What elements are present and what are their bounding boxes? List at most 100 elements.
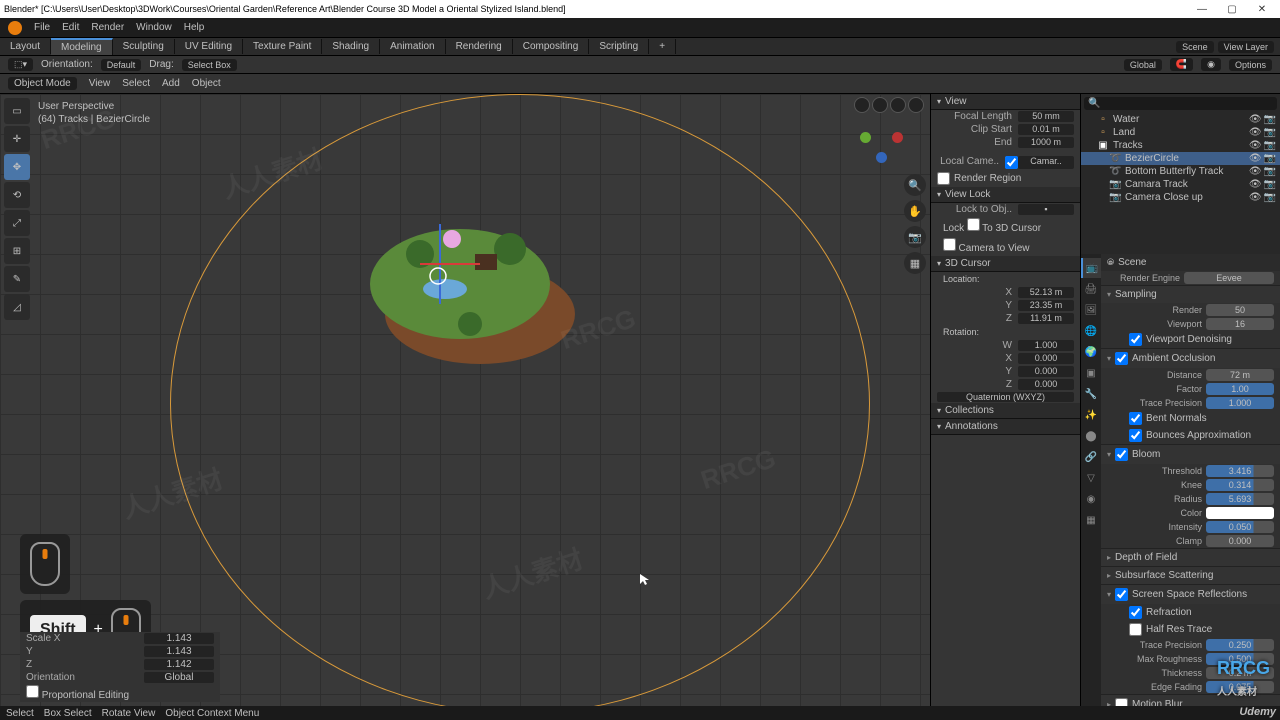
viewlayer-dropdown[interactable]: View Layer: [1218, 41, 1274, 53]
tool-select-box[interactable]: ▭: [4, 98, 30, 124]
pan-icon[interactable]: ✋: [904, 200, 926, 222]
halfres-checkbox[interactable]: [1129, 623, 1142, 636]
tab-world-icon[interactable]: 🌍: [1081, 342, 1101, 362]
outliner-row[interactable]: ▣Tracks👁📷: [1081, 139, 1280, 152]
ao-distance-input[interactable]: 72 m: [1206, 369, 1274, 381]
tab-modifier-icon[interactable]: 🔧: [1081, 384, 1101, 404]
options-dropdown[interactable]: Options: [1229, 59, 1272, 71]
menu-edit[interactable]: Edit: [62, 22, 79, 33]
tool-cursor[interactable]: ✛: [4, 126, 30, 152]
ao-factor-input[interactable]: 1.00: [1206, 383, 1274, 395]
select-tool-dropdown[interactable]: ⬚▾: [8, 58, 33, 71]
tab-render-icon[interactable]: 📺: [1081, 258, 1101, 278]
render-visibility-icon[interactable]: 📷: [1264, 192, 1276, 203]
tab-scripting[interactable]: Scripting: [589, 39, 649, 54]
tab-scene-icon[interactable]: 🌐: [1081, 321, 1101, 341]
orientation-dropdown[interactable]: Default: [101, 59, 142, 71]
tab-output-icon[interactable]: 🖨: [1081, 279, 1101, 299]
render-visibility-icon[interactable]: 📷: [1264, 114, 1276, 125]
menu-add[interactable]: Add: [162, 78, 180, 89]
tab-viewlayer-icon[interactable]: 🖼: [1081, 300, 1101, 320]
tab-animation[interactable]: Animation: [380, 39, 445, 54]
eye-icon[interactable]: 👁: [1249, 114, 1262, 125]
tab-texture-icon[interactable]: ▦: [1081, 510, 1101, 530]
orbit-gizmo[interactable]: [856, 112, 910, 166]
refraction-checkbox[interactable]: [1129, 606, 1142, 619]
transform-orient-dropdown[interactable]: Global: [1124, 59, 1162, 71]
zoom-icon[interactable]: 🔍: [904, 174, 926, 196]
local-camera-field[interactable]: Camar..: [1018, 156, 1074, 169]
outliner-search-input[interactable]: [1104, 98, 1273, 109]
menu-help[interactable]: Help: [184, 22, 205, 33]
proportional-toggle[interactable]: ◉: [1201, 58, 1221, 71]
outliner-row[interactable]: 📷Camara Track👁📷: [1081, 178, 1280, 191]
shading-rendered-icon[interactable]: [908, 97, 924, 113]
maximize-icon[interactable]: ▢: [1218, 2, 1246, 16]
sec-dof[interactable]: Depth of Field: [1101, 549, 1280, 566]
bounces-approx-checkbox[interactable]: [1129, 429, 1142, 442]
bloom-color-input[interactable]: [1206, 507, 1274, 519]
eye-icon[interactable]: 👁: [1249, 140, 1262, 151]
camera-view-icon[interactable]: 📷: [904, 226, 926, 248]
cursor-rw-input[interactable]: 1.000: [1018, 340, 1074, 351]
eye-icon[interactable]: 👁: [1249, 153, 1262, 164]
eye-icon[interactable]: 👁: [1249, 192, 1262, 203]
cursor-z-input[interactable]: 11.91 m: [1018, 313, 1074, 324]
ao-checkbox[interactable]: [1115, 352, 1128, 365]
tab-particle-icon[interactable]: ✨: [1081, 405, 1101, 425]
redo-panel[interactable]: Scale X1.143 Y1.143 Z1.142 OrientationGl…: [20, 632, 220, 702]
ssr-checkbox[interactable]: [1115, 588, 1128, 601]
ao-trace-input[interactable]: 1.000: [1206, 397, 1274, 409]
tool-transform[interactable]: ⊞: [4, 238, 30, 264]
render-visibility-icon[interactable]: 📷: [1264, 179, 1276, 190]
outliner-row[interactable]: 📷Camera Close up👁📷: [1081, 191, 1280, 204]
sec-sss[interactable]: Subsurface Scattering: [1101, 567, 1280, 584]
menu-select[interactable]: Select: [122, 78, 150, 89]
bloom-checkbox[interactable]: [1115, 448, 1128, 461]
menu-file[interactable]: File: [34, 22, 50, 33]
tool-move[interactable]: ✥: [4, 154, 30, 180]
sec-sampling[interactable]: Sampling: [1101, 286, 1280, 303]
local-camera-checkbox[interactable]: [1005, 156, 1018, 169]
tool-scale[interactable]: ⤢: [4, 210, 30, 236]
scene-dropdown[interactable]: Scene: [1176, 41, 1214, 53]
tab-sculpting[interactable]: Sculpting: [113, 39, 175, 54]
proportional-checkbox[interactable]: [26, 685, 39, 698]
menu-object[interactable]: Object: [192, 78, 221, 89]
minimize-icon[interactable]: —: [1188, 2, 1216, 16]
bloom-threshold-input[interactable]: 3.416: [1206, 465, 1274, 477]
tab-constraint-icon[interactable]: 🔗: [1081, 447, 1101, 467]
eye-icon[interactable]: 👁: [1249, 127, 1262, 138]
axis-z-icon[interactable]: [876, 152, 887, 163]
render-visibility-icon[interactable]: 📷: [1264, 140, 1276, 151]
tab-rendering[interactable]: Rendering: [446, 39, 513, 54]
shading-matprev-icon[interactable]: [890, 97, 906, 113]
tab-material-icon[interactable]: ◉: [1081, 489, 1101, 509]
cursor-rz-input[interactable]: 0.000: [1018, 379, 1074, 390]
bloom-clamp-input[interactable]: 0.000: [1206, 535, 1274, 547]
np-viewlock-header[interactable]: View Lock: [931, 187, 1080, 203]
shading-solid-icon[interactable]: [872, 97, 888, 113]
bloom-radius-input[interactable]: 5.693: [1206, 493, 1274, 505]
render-engine-dropdown[interactable]: Eevee: [1184, 272, 1274, 284]
tab-compositing[interactable]: Compositing: [513, 39, 590, 54]
render-visibility-icon[interactable]: 📷: [1264, 153, 1276, 164]
tool-annotate[interactable]: ✎: [4, 266, 30, 292]
np-annotations-header[interactable]: Annotations: [931, 419, 1080, 435]
cursor-y-input[interactable]: 23.35 m: [1018, 300, 1074, 311]
outliner-row[interactable]: ▫Land👁📷: [1081, 126, 1280, 139]
sample-viewport-input[interactable]: 16: [1206, 318, 1274, 330]
render-visibility-icon[interactable]: 📷: [1264, 166, 1276, 177]
bloom-intensity-input[interactable]: 0.050: [1206, 521, 1274, 533]
menu-render[interactable]: Render: [91, 22, 124, 33]
clip-end-input[interactable]: 1000 m: [1018, 137, 1074, 148]
tab-physics-icon[interactable]: ⬤: [1081, 426, 1101, 446]
tab-object-icon[interactable]: ▣: [1081, 363, 1101, 383]
lock-camview-checkbox[interactable]: [943, 238, 956, 251]
axis-y-icon[interactable]: [860, 132, 871, 143]
sec-ao[interactable]: Ambient Occlusion: [1101, 349, 1280, 368]
sec-bloom[interactable]: Bloom: [1101, 445, 1280, 464]
cursor-x-input[interactable]: 52.13 m: [1018, 287, 1074, 298]
clip-start-input[interactable]: 0.01 m: [1018, 124, 1074, 135]
menu-view[interactable]: View: [89, 78, 111, 89]
